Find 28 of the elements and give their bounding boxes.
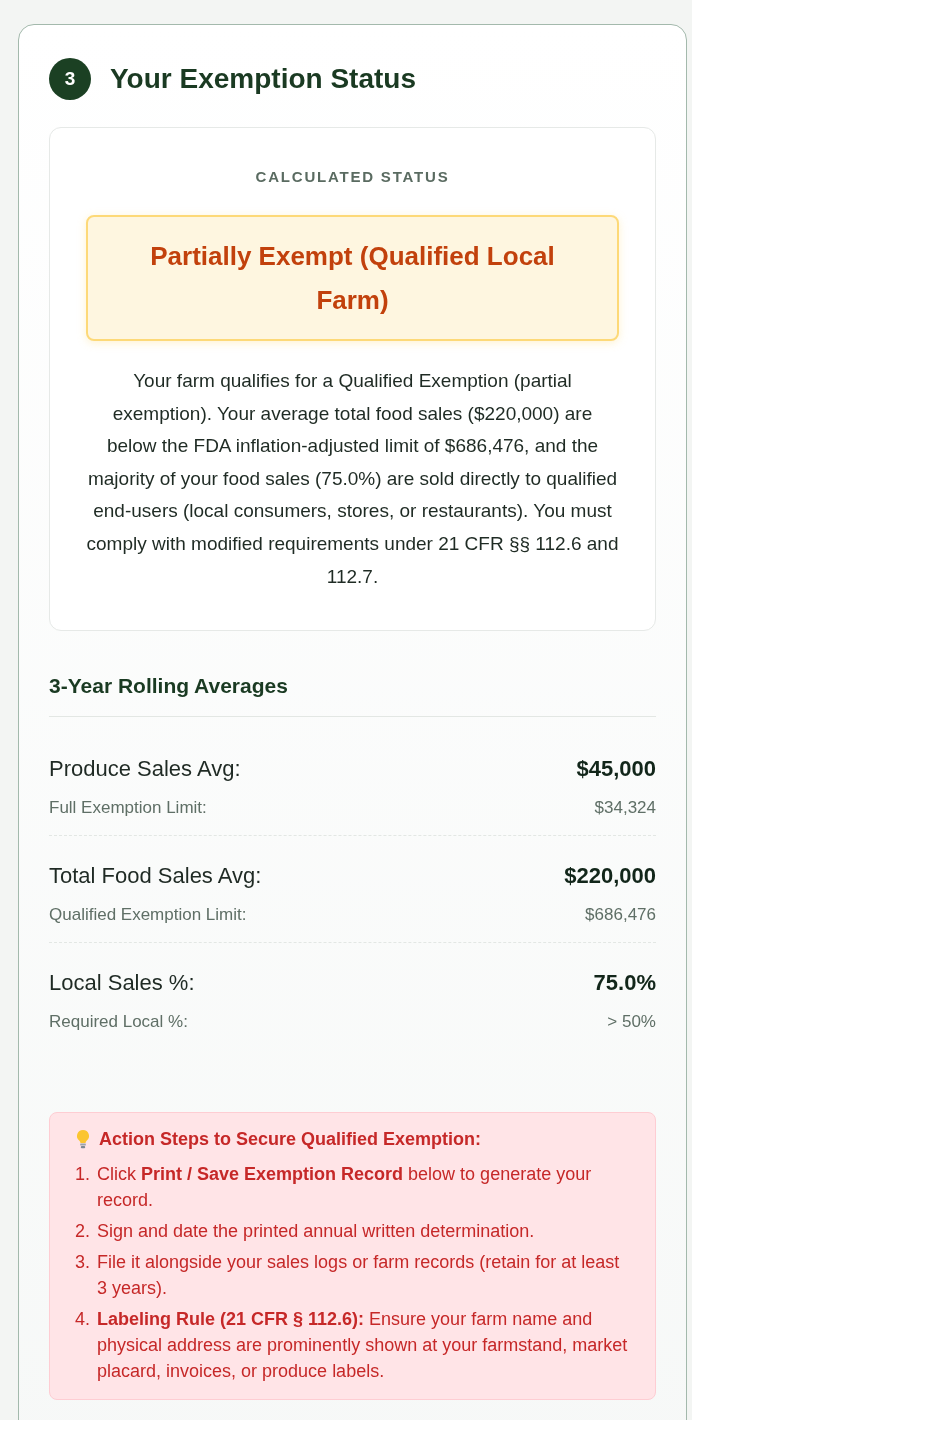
limit-value: $686,476	[585, 904, 656, 927]
step-text: Labeling Rule (21 CFR § 112.6): Ensure your farm name and physical address are prominently shown at your farmstand, market placard, invoices, or produce labels.	[97, 1308, 629, 1384]
limit-label: Full Exemption Limit:	[49, 797, 207, 820]
average-label: Local Sales %:	[49, 968, 195, 997]
step-text: Sign and date the printed annual written determination.	[97, 1220, 535, 1244]
step-number-text: 4.	[75, 1308, 91, 1332]
limit-value: $34,324	[594, 797, 656, 820]
step-number: 3	[49, 58, 91, 100]
average-label: Total Food Sales Avg:	[49, 861, 262, 890]
average-value: 75.0%	[593, 968, 656, 997]
step-text: Click Print / Save Exemption Record below to generate your record.	[97, 1163, 593, 1213]
step-text: File it alongside your sales logs or farm records (retain for at least 3 years).	[97, 1251, 621, 1301]
step-number-text: 3.	[75, 1251, 91, 1275]
limit-label: Qualified Exemption Limit:	[49, 904, 247, 927]
average-label: Produce Sales Avg:	[49, 754, 241, 783]
status-label: CALCULATED STATUS	[255, 167, 450, 187]
lightbulb-icon	[75, 1129, 91, 1150]
averages-title: 3-Year Rolling Averages	[49, 673, 289, 700]
limit-label: Required Local %:	[49, 1011, 188, 1034]
status-explanation: Your farm qualifies for a Qualified Exemption (partial exemption). Your average total food sales ($220,000) are below the FDA inflation-adjusted limit of $686,476, and the majority of your food sales (75.0%) are sold directly to qualified end-users (local consumers, stores, or restaurants). You must comply with modified requirements under 21 CFR §§ 112.6 and 112.7.	[86, 369, 619, 589]
limit-value: > 50%	[607, 1011, 656, 1034]
action-steps-title: Action Steps to Secure Qualified Exemption:	[99, 1128, 482, 1152]
step-number-text: 1.	[75, 1163, 91, 1187]
step-number-text: 2.	[75, 1220, 91, 1244]
section-title: Your Exemption Status	[110, 62, 416, 96]
status-banner: Partially Exempt (Qualified Local Farm)	[86, 215, 619, 341]
average-value: $45,000	[576, 754, 656, 783]
average-value: $220,000	[564, 861, 656, 890]
